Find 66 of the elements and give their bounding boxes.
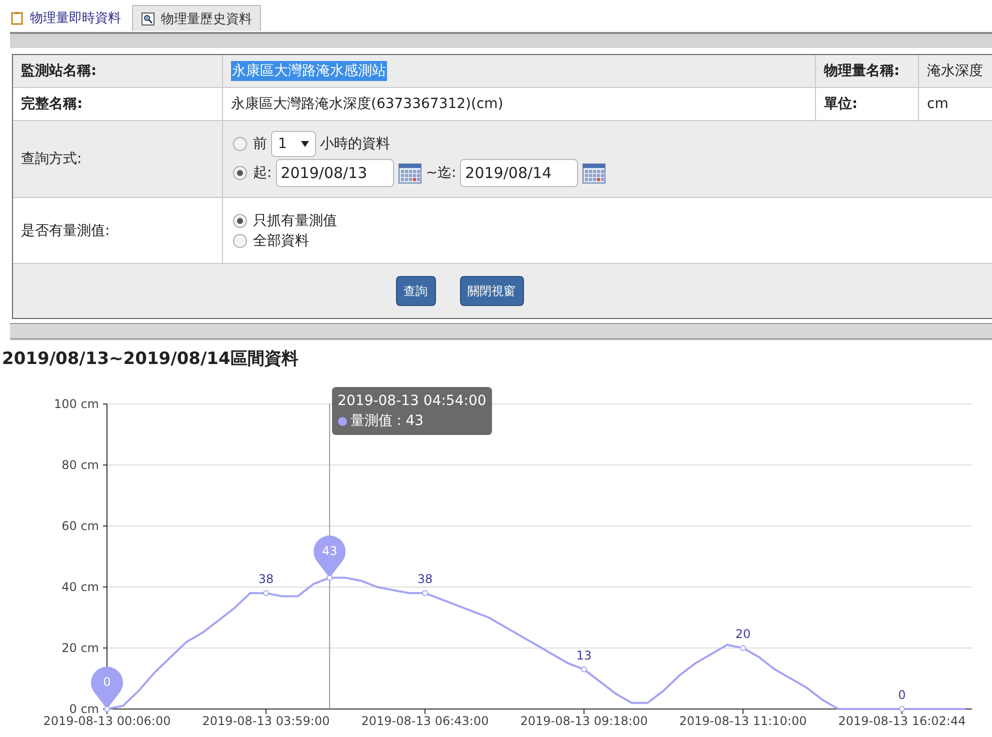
axis-label: 100 cm <box>54 397 99 411</box>
hours-dropdown[interactable]: 1 <box>271 131 316 157</box>
axis-label: 60 cm <box>62 519 99 533</box>
radio-button[interactable] <box>233 234 247 248</box>
series-name: 量測值 <box>350 412 393 431</box>
option-label: 前 <box>253 135 267 153</box>
option-label: 起: <box>253 164 272 182</box>
clipboard-icon <box>10 11 24 25</box>
radio-button[interactable] <box>233 137 247 151</box>
option-label: 全部資料 <box>253 232 309 250</box>
axis-label: 20 cm <box>62 641 99 655</box>
tab[interactable]: 物理量即時資料 <box>2 5 129 31</box>
field-label: 查詢方式: <box>13 121 223 198</box>
field-label: 物理量名稱: <box>816 55 919 88</box>
axis-label: 2019-08-13 11:10:00 <box>679 714 807 728</box>
tick-mark <box>102 464 108 466</box>
axis-label: 0 cm <box>69 702 99 716</box>
point-marker <box>581 666 587 672</box>
action-button[interactable]: 關閉視窗 <box>460 276 524 306</box>
field-label: 完整名稱: <box>13 88 223 121</box>
tick-mark <box>102 586 108 588</box>
data-label: 0 <box>898 688 906 702</box>
calendar-icon[interactable] <box>398 162 422 184</box>
field-value: 永康區大灣路淹水深度(6373367312)(cm) <box>231 95 504 113</box>
field-label: 是否有量測值: <box>13 198 223 264</box>
radio-button[interactable] <box>233 214 247 228</box>
point-marker <box>263 590 269 596</box>
tick-mark <box>742 708 744 714</box>
section-title: 2019/08/13~2019/08/14區間資料 <box>2 348 300 371</box>
field-value: 永康區大灣路淹水感測站 <box>231 61 387 81</box>
pin-label: 43 <box>322 544 338 558</box>
tick-mark <box>424 708 426 714</box>
point-marker <box>104 706 110 712</box>
calendar-icon[interactable] <box>582 162 606 184</box>
action-button[interactable]: 查詢 <box>396 276 436 306</box>
axis-label: 40 cm <box>62 580 99 594</box>
data-label: 38 <box>417 572 433 586</box>
end-date-field[interactable]: 2019/08/14 <box>460 159 578 187</box>
axis-label: 80 cm <box>62 458 99 472</box>
point-marker <box>740 645 746 651</box>
option-label: 小時的資料 <box>320 135 390 153</box>
axis-label: 2019-08-13 00:06:00 <box>43 714 171 728</box>
pin-label: 0 <box>103 675 111 689</box>
point-marker <box>422 590 428 596</box>
tooltip-value: : 43 <box>396 412 424 431</box>
data-label: 20 <box>735 627 751 641</box>
data-label: 13 <box>576 648 592 662</box>
field-label: 單位: <box>816 88 919 121</box>
caret-icon <box>300 141 309 147</box>
pin-marker <box>314 536 346 578</box>
tab[interactable]: 物理量歷史資料 <box>132 5 261 31</box>
tooltip-title: 2019-08-13 04:54:00 <box>338 392 486 411</box>
radio-button[interactable] <box>233 166 247 180</box>
point-marker <box>899 706 905 712</box>
field-label: 監測站名稱: <box>13 55 223 88</box>
search-icon <box>141 12 155 26</box>
option-label: 只抓有量測值 <box>253 212 337 230</box>
axis-label: 2019-08-13 09:18:00 <box>520 714 648 728</box>
start-date-field[interactable]: 2019/08/13 <box>276 159 394 187</box>
field-value: 淹水深度 <box>919 55 992 88</box>
data-label: 38 <box>258 572 274 586</box>
axis-label: 2019-08-13 16:02:44 <box>838 714 966 728</box>
option-label: ~迄: <box>426 164 456 182</box>
axis-label: 2019-08-13 06:43:00 <box>361 714 489 728</box>
axis-label: 2019-08-13 03:59:00 <box>202 714 330 728</box>
point-marker <box>326 574 333 581</box>
